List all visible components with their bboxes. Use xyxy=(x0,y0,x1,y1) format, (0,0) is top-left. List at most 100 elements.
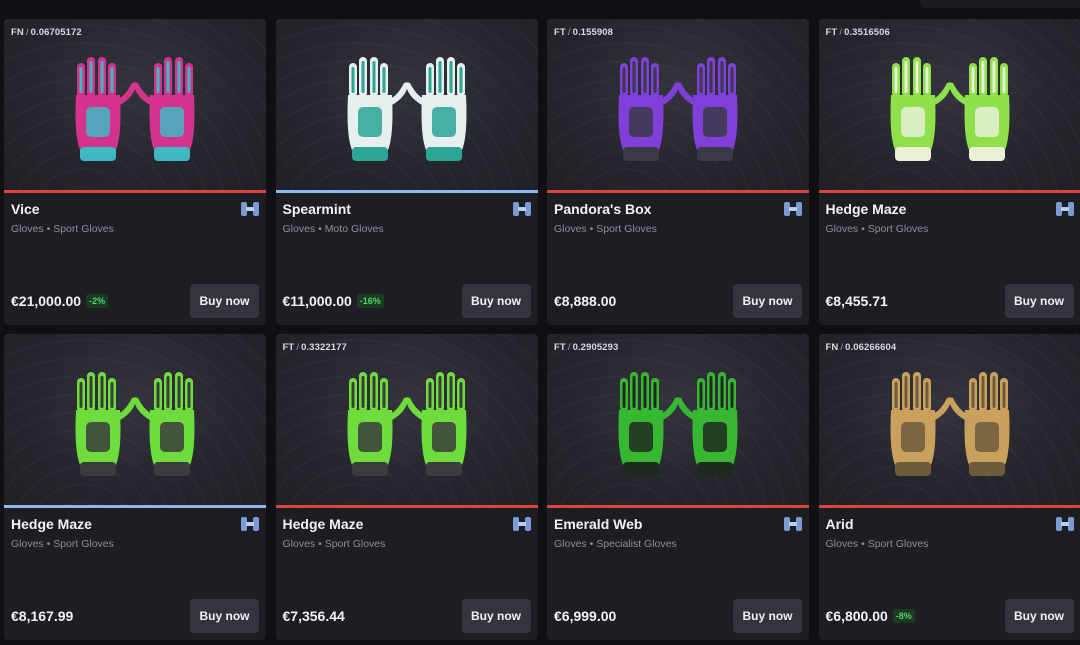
listing-grid: FN/0.06705172 Vice Gloves • Sport Gloves… xyxy=(4,19,1080,640)
wear-code: FT xyxy=(825,27,838,38)
price: €6,999.00 xyxy=(554,608,617,624)
item-category: Gloves • Moto Gloves xyxy=(282,223,384,235)
item-name[interactable]: Emerald Web xyxy=(554,516,642,532)
wear-separator: / xyxy=(839,27,843,38)
item-name[interactable]: Hedge Maze xyxy=(826,201,907,217)
item-name[interactable]: Spearmint xyxy=(283,201,351,217)
wear-separator: / xyxy=(567,342,571,353)
item-category: Gloves • Sport Gloves xyxy=(11,538,114,550)
top-bar-fragment xyxy=(920,0,1080,8)
item-category: Gloves • Sport Gloves xyxy=(825,538,929,550)
wear-float-label: FN/0.06266604 xyxy=(826,342,897,353)
item-image-area[interactable]: FN/0.06266604 xyxy=(818,334,1080,505)
listing-card[interactable]: FT/0.3322177 Hedge Maze Gloves • Sport G… xyxy=(275,334,538,640)
item-category: Gloves • Sport Gloves xyxy=(11,223,114,235)
price: €11,000.00 xyxy=(282,293,352,309)
float-value: 0.3322177 xyxy=(301,342,347,353)
float-value: 0.2905293 xyxy=(572,342,619,353)
wear-float-label: FT/0.3322177 xyxy=(283,342,347,353)
sport-gloves-hedge-maze-image xyxy=(75,371,195,476)
listing-card[interactable]: FT/0.2905293 Emerald Web Gloves • Specia… xyxy=(547,334,809,640)
trade-lock-icon xyxy=(241,517,259,531)
item-name[interactable]: Arid xyxy=(826,516,854,532)
item-image-area[interactable]: FT/0.3322177 xyxy=(275,334,538,505)
sport-gloves-hedge-maze-image xyxy=(347,371,466,476)
sport-gloves-pandoras-box-image xyxy=(618,56,738,161)
wear-separator: / xyxy=(567,27,571,38)
listing-card[interactable]: FT/0.3516506 Hedge Maze Gloves • Sport G… xyxy=(818,19,1080,325)
trade-lock-icon xyxy=(1055,517,1074,531)
sport-gloves-vice-image xyxy=(75,56,195,161)
item-category: Gloves • Specialist Gloves xyxy=(554,538,677,550)
price-row: €8,455.71 xyxy=(826,293,888,309)
wear-separator: / xyxy=(840,342,844,353)
trade-lock-icon xyxy=(241,202,259,216)
price: €21,000.00 xyxy=(11,293,82,309)
sport-gloves-arid-image xyxy=(890,371,1009,476)
listing-card[interactable]: FN/0.06266604 Arid Gloves • Sport Gloves… xyxy=(818,334,1080,640)
buy-now-button[interactable]: Buy now xyxy=(1004,599,1074,633)
item-name[interactable]: Hedge Maze xyxy=(283,516,364,532)
wear-float-label: FT/0.3516506 xyxy=(826,27,890,38)
moto-gloves-spearmint-image xyxy=(347,56,466,161)
buy-now-button[interactable]: Buy now xyxy=(733,284,802,318)
buy-now-button[interactable]: Buy now xyxy=(461,284,531,318)
price: €6,800.00 xyxy=(825,608,888,624)
price: €8,888.00 xyxy=(554,293,617,309)
price: €8,455.71 xyxy=(825,293,888,309)
discount-badge: -8% xyxy=(892,609,915,623)
item-name[interactable]: Vice xyxy=(11,201,40,217)
item-image-area[interactable]: FN/0.06705172 xyxy=(4,19,266,190)
wear-float-label: FN/0.06705172 xyxy=(11,27,82,38)
item-category: Gloves • Sport Gloves xyxy=(554,223,657,235)
wear-code: FT xyxy=(554,342,566,353)
price-row: €7,356.44 xyxy=(283,608,345,624)
item-image-area[interactable]: / xyxy=(4,334,266,505)
item-image-area[interactable]: / xyxy=(275,19,538,190)
item-name[interactable]: Hedge Maze xyxy=(11,516,92,532)
trade-lock-icon xyxy=(512,517,531,531)
price-row: €21,000.00 -2% xyxy=(11,293,109,309)
wear-separator: / xyxy=(296,342,300,353)
float-value: 0.06705172 xyxy=(30,27,82,38)
item-image-area[interactable]: FT/0.3516506 xyxy=(818,19,1080,190)
float-value: 0.155908 xyxy=(572,27,613,38)
wear-code: FT xyxy=(554,27,566,38)
specialist-gloves-emerald-web-image xyxy=(618,371,738,476)
sport-gloves-hedge-maze-image xyxy=(890,56,1009,161)
item-name[interactable]: Pandora's Box xyxy=(554,201,651,217)
float-value: 0.3516506 xyxy=(844,27,890,38)
price-row: €8,167.99 xyxy=(11,608,73,624)
discount-badge: -2% xyxy=(86,294,109,308)
buy-now-button[interactable]: Buy now xyxy=(1004,284,1074,318)
item-category: Gloves • Sport Gloves xyxy=(282,538,386,550)
listing-card[interactable]: FN/0.06705172 Vice Gloves • Sport Gloves… xyxy=(4,19,266,325)
wear-code: FT xyxy=(282,342,295,353)
listing-card[interactable]: FT/0.155908 Pandora's Box Gloves • Sport… xyxy=(547,19,809,325)
buy-now-button[interactable]: Buy now xyxy=(461,599,531,633)
item-image-area[interactable]: FT/0.2905293 xyxy=(547,334,809,505)
trade-lock-icon xyxy=(784,202,802,216)
trade-lock-icon xyxy=(1055,202,1074,216)
price-row: €11,000.00 -16% xyxy=(283,293,384,309)
trade-lock-icon xyxy=(512,202,531,216)
item-image-area[interactable]: FT/0.155908 xyxy=(547,19,809,190)
buy-now-button[interactable]: Buy now xyxy=(190,599,259,633)
trade-lock-icon xyxy=(784,517,802,531)
price: €8,167.99 xyxy=(11,608,74,624)
buy-now-button[interactable]: Buy now xyxy=(733,599,802,633)
wear-code: FN xyxy=(11,27,24,38)
buy-now-button[interactable]: Buy now xyxy=(190,284,259,318)
listing-card[interactable]: / Spearmint Gloves • Moto Gloves €11,000… xyxy=(275,19,538,325)
wear-float-label: FT/0.2905293 xyxy=(554,342,618,353)
wear-separator: / xyxy=(25,27,29,38)
price-row: €6,999.00 xyxy=(554,608,616,624)
float-value: 0.06266604 xyxy=(845,342,897,353)
discount-badge: -16% xyxy=(356,294,384,308)
item-category: Gloves • Sport Gloves xyxy=(825,223,929,235)
price: €7,356.44 xyxy=(282,608,345,624)
price-row: €8,888.00 xyxy=(554,293,616,309)
price-row: €6,800.00 -8% xyxy=(826,608,915,624)
wear-code: FN xyxy=(825,342,839,353)
listing-card[interactable]: / Hedge Maze Gloves • Sport Gloves €8,16… xyxy=(4,334,266,640)
